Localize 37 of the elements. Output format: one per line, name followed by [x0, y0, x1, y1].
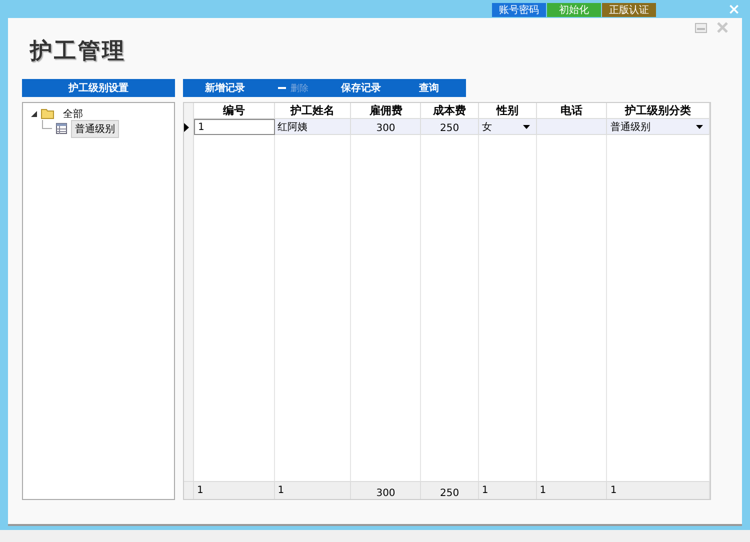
toolbar-button[interactable]: 保存记录	[327, 81, 395, 95]
summary-cell: 1	[194, 482, 275, 499]
dropdown-arrow-icon[interactable]	[522, 125, 530, 129]
column-header[interactable]: 雇佣费	[351, 103, 422, 119]
summary-cell: 300	[351, 482, 422, 499]
page-title: 护工管理	[30, 38, 126, 66]
top-bar-button[interactable]: 账号密码	[492, 3, 546, 17]
column-header[interactable]: 电话	[536, 103, 608, 119]
tree-item[interactable]: 普通级别	[71, 120, 119, 138]
summary-cell: 1	[478, 482, 537, 499]
table-cell	[536, 119, 608, 135]
top-bar-button[interactable]: 正版认证	[602, 3, 656, 17]
column-header[interactable]: 成本费	[421, 103, 479, 119]
dropdown-field[interactable]: 女	[478, 119, 537, 135]
table-cell: 红阿姨	[274, 119, 352, 135]
summary-cell: 250	[421, 482, 479, 499]
dropdown-field[interactable]: 普通级别	[607, 119, 710, 135]
table-icon	[56, 123, 67, 134]
dropdown-arrow-icon[interactable]	[696, 125, 703, 129]
expand-icon[interactable]	[31, 110, 37, 116]
summary-cell: 1	[536, 482, 608, 499]
summary-cell: 1	[274, 482, 352, 499]
cell-editor[interactable]: 1	[194, 119, 275, 135]
column-header[interactable]: 护工级别分类	[607, 103, 710, 119]
panel-header: 护工级别设置	[22, 79, 175, 97]
tree-item[interactable]: 全部	[59, 104, 87, 122]
folder-icon	[41, 108, 55, 119]
table-cell: 300	[351, 119, 422, 135]
toolbar-button[interactable]: 新增记录	[191, 81, 259, 95]
column-header[interactable]: 性别	[478, 103, 537, 119]
toolbar-button[interactable]: 查询	[395, 81, 463, 95]
table-cell: 250	[421, 119, 479, 135]
tree-line	[42, 120, 52, 130]
column-header[interactable]: 编号	[194, 103, 275, 119]
minus-icon	[278, 87, 286, 90]
column-header[interactable]: 护工姓名	[274, 103, 352, 119]
summary-cell: 1	[607, 482, 710, 499]
